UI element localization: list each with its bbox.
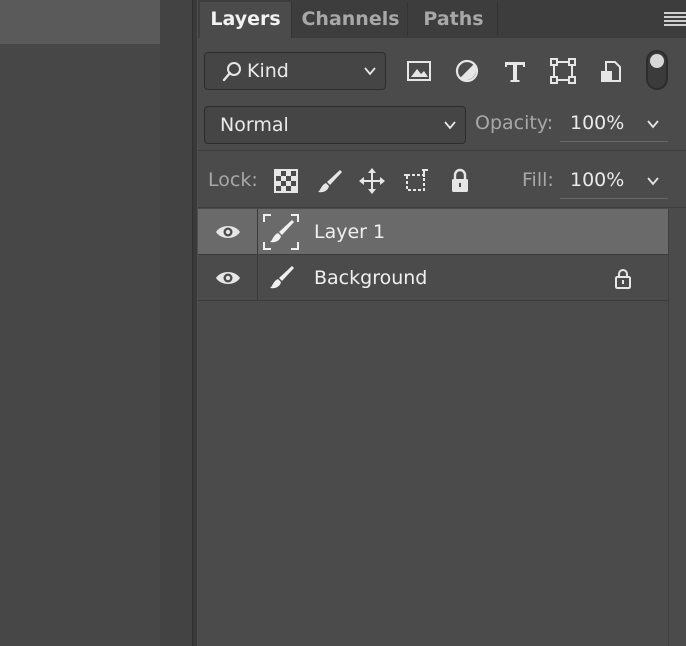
type-filter-icon[interactable] [500,56,530,86]
toggle-knob [650,54,664,68]
blend-mode-value: Normal [220,114,289,136]
document-canvas-area [0,0,192,646]
panel-menu-icon[interactable] [664,12,686,26]
chevron-down-icon [444,121,456,130]
tab-channels[interactable]: Channels [294,2,408,36]
fill-field[interactable]: 100% [560,163,668,199]
layer-row-layer-1[interactable]: Layer 1 [198,209,668,255]
layers-panel: Layers Channels Paths Kind Normal Opacit… [198,0,686,646]
lock-artboard-icon[interactable] [402,167,430,195]
visibility-toggle[interactable] [198,209,258,255]
filter-kind-label: Kind [247,60,289,82]
chevron-down-icon [364,67,376,76]
tab-layers[interactable]: Layers [200,2,292,38]
layer-name: Background [314,267,428,289]
visibility-toggle[interactable] [198,255,258,301]
lock-image-pixels-brush-icon[interactable] [316,167,344,195]
opacity-field[interactable]: 100% [560,106,668,142]
chevron-down-icon[interactable] [646,117,660,131]
layer-thumbnail-brush-icon[interactable] [262,259,300,297]
canvas-top-strip [0,0,160,44]
layer-name: Layer 1 [314,221,386,243]
filter-kind-select[interactable]: Kind [204,52,386,90]
chevron-down-icon[interactable] [646,174,660,188]
layer-lock-icon[interactable] [612,267,634,289]
layers-empty-area [198,303,668,646]
lock-all-icon[interactable] [446,167,474,195]
search-icon [222,62,241,82]
lock-label: Lock: [208,169,258,191]
eye-icon [216,226,240,238]
layers-list: Layer 1 Background [198,209,668,646]
shape-filter-icon[interactable] [548,56,578,86]
lock-position-move-icon[interactable] [358,167,386,195]
layer-row-background[interactable]: Background [198,255,668,301]
layer-thumbnail-brush-icon[interactable] [262,213,300,251]
blend-mode-select[interactable]: Normal [204,106,466,144]
eye-icon [216,272,240,284]
canvas-gutter [160,0,192,646]
adjustment-filter-icon[interactable] [452,56,482,86]
blend-opacity-row: Normal Opacity: 100% [198,98,686,150]
tab-paths[interactable]: Paths [410,2,498,36]
layers-scroll-track[interactable] [668,209,686,646]
smart-object-filter-icon[interactable] [596,56,626,86]
lock-fill-row: Lock: Fill: 100% [198,150,686,208]
panel-tab-bar: Layers Channels Paths [198,0,686,38]
fill-value: 100% [570,169,625,191]
filter-on-off-toggle[interactable] [646,50,668,90]
lock-transparent-pixels-icon[interactable] [272,167,300,195]
layer-filter-row: Kind [198,38,686,98]
opacity-value: 100% [570,112,625,134]
image-filter-icon[interactable] [404,56,434,86]
opacity-label: Opacity: [475,112,554,134]
fill-label: Fill: [522,169,554,191]
